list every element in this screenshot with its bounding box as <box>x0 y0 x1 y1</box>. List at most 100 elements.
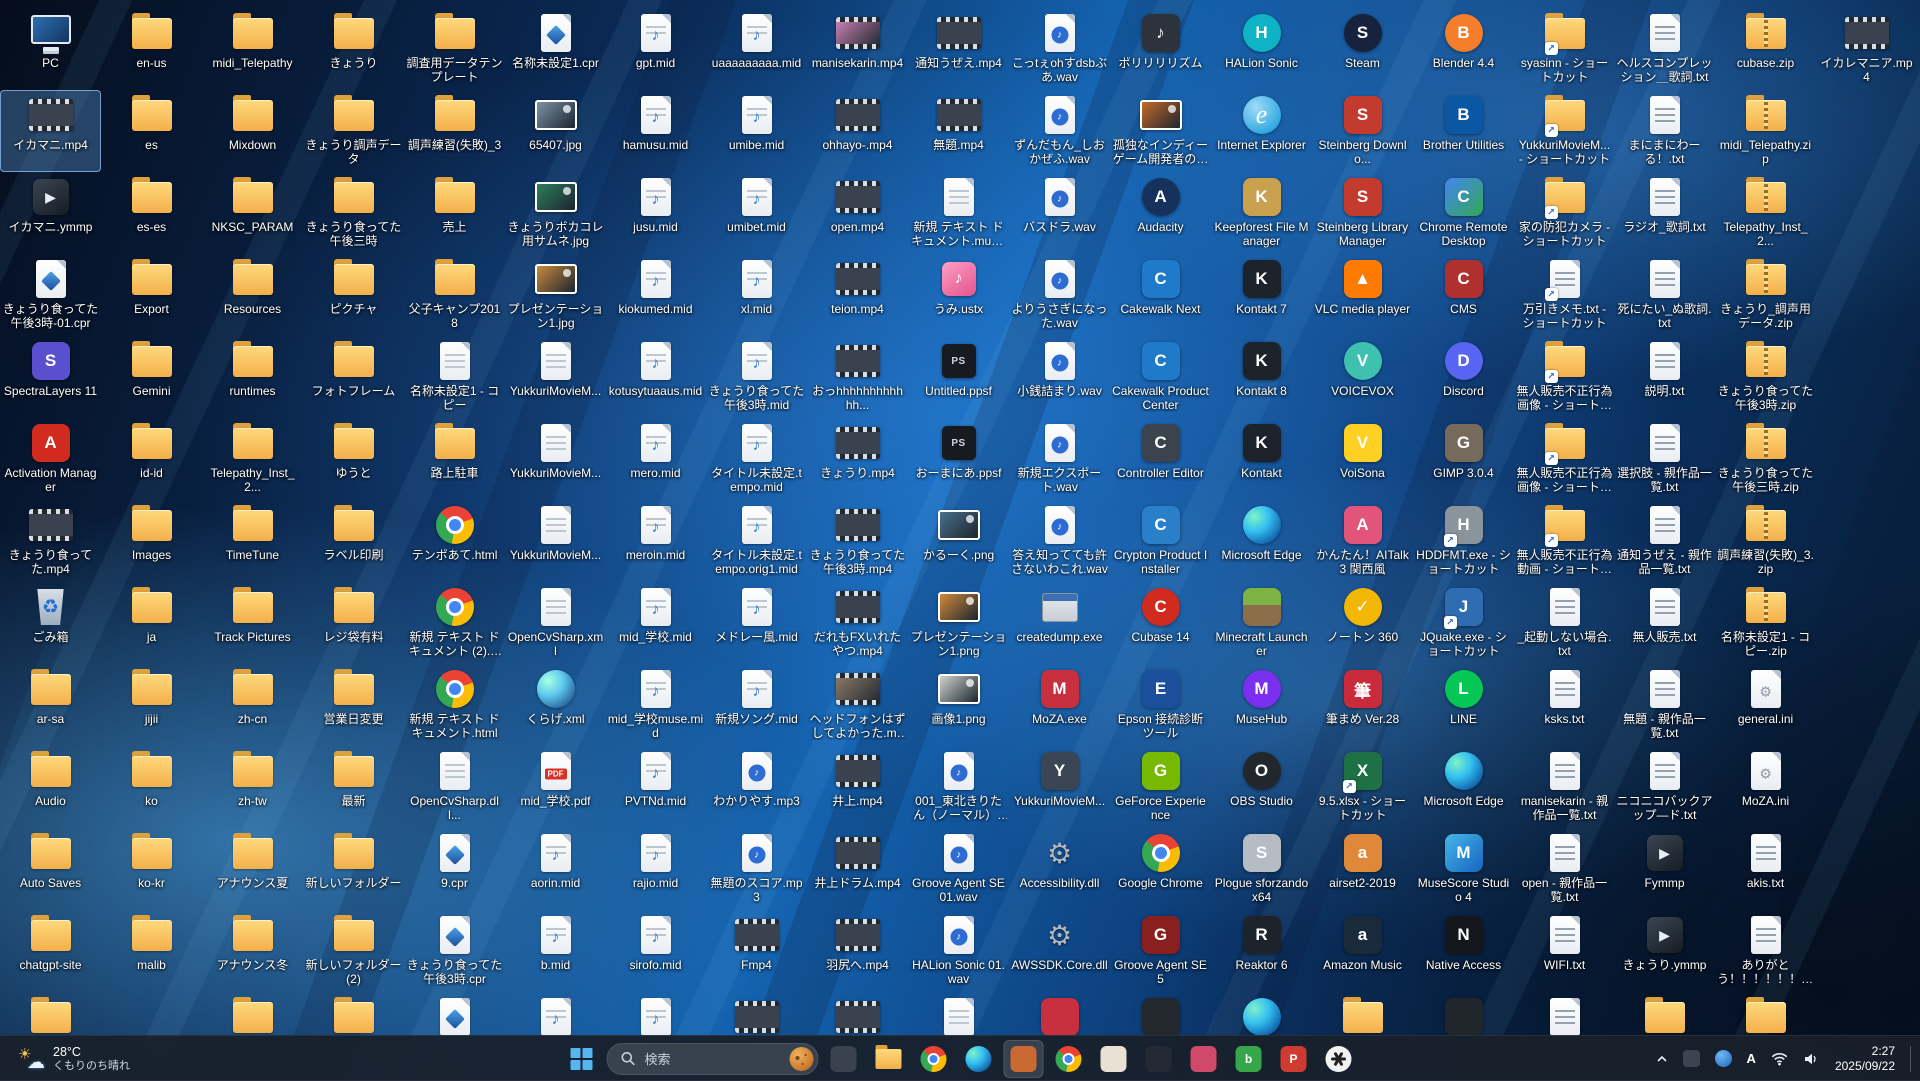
desktop-icon[interactable]: SPlogue sforzando x64 <box>1211 828 1312 910</box>
desktop-icon[interactable]: MMuseHub <box>1211 664 1312 746</box>
desktop-icon[interactable]: id-id <box>101 418 202 500</box>
taskbar-file-explorer[interactable] <box>869 1040 909 1078</box>
desktop-icon[interactable]: かるーく.png <box>908 500 1009 582</box>
desktop-icon[interactable]: ksks.txt <box>1514 664 1615 746</box>
desktop-icon[interactable]: Images <box>101 500 202 582</box>
desktop-icon[interactable]: KKontakt <box>1211 418 1312 500</box>
desktop-icon[interactable]: RReaktor 6 <box>1211 910 1312 992</box>
desktop-icon[interactable]: cubase.zip <box>1715 8 1816 90</box>
desktop-icon[interactable]: ♪HALion Sonic 01.wav <box>908 910 1009 992</box>
desktop-icon[interactable]: H↗HDDFMT.exe - ショートカット <box>1413 500 1514 582</box>
desktop-icon[interactable]: SSpectraLayers 11 <box>0 336 101 418</box>
tray-app-icon-1[interactable] <box>1680 1042 1703 1076</box>
desktop-icon[interactable]: ピクチャ <box>303 254 404 336</box>
desktop-icon[interactable]: 名称未設定1.cpr <box>505 8 606 90</box>
desktop-icon[interactable]: YukkuriMovieM... <box>505 336 606 418</box>
desktop-icon[interactable]: プレゼンテーション1.jpg <box>505 254 606 336</box>
desktop-icon[interactable]: 新しいフォルダー <box>303 828 404 910</box>
taskbar-active-app[interactable] <box>1004 1040 1044 1078</box>
desktop-icon[interactable]: ♪hamusu.mid <box>605 90 706 172</box>
desktop-icon[interactable]: YukkuriMovieM... <box>505 418 606 500</box>
desktop-icon[interactable]: CCakewalk Next <box>1110 254 1211 336</box>
desktop-icon[interactable]: ♪無題のスコア.mp3 <box>706 828 807 910</box>
desktop-icon[interactable]: NKSC_PARAM <box>202 172 303 254</box>
desktop-icon[interactable]: aairset2-2019 <box>1312 828 1413 910</box>
desktop-icon[interactable]: SSteam <box>1312 8 1413 90</box>
desktop-icon[interactable]: MMuseScore Studio 4 <box>1413 828 1514 910</box>
taskbar-app-colorful[interactable] <box>1049 1040 1089 1078</box>
ime-mode-indicator[interactable]: A <box>1744 1042 1759 1076</box>
start-button[interactable] <box>562 1040 602 1078</box>
desktop-icon[interactable]: ♪ポリリリリズム <box>1110 8 1211 90</box>
desktop-icon[interactable]: ♪小銭詰まり.wav <box>1009 336 1110 418</box>
desktop-icon[interactable]: 筆筆まめ Ver.28 <box>1312 664 1413 746</box>
desktop-icon[interactable]: イカマニ.mp4 <box>0 90 101 172</box>
desktop-icon[interactable]: CChrome Remote Desktop <box>1413 172 1514 254</box>
desktop-icon[interactable]: きょうり食ってた.mp4 <box>0 500 101 582</box>
desktop-icon[interactable]: ⚙AWSSDK.Core.dll <box>1009 910 1110 992</box>
desktop-icon[interactable]: ▶イカマニ.ymmp <box>0 172 101 254</box>
desktop-icon[interactable]: Telepathy_Inst_2... <box>1715 172 1816 254</box>
desktop-icon[interactable]: ♪うみ.ustx <box>908 254 1009 336</box>
desktop-icon[interactable]: 井上ドラム.mp4 <box>807 828 908 910</box>
desktop-icon[interactable]: YYukkuriMovieM... <box>1009 746 1110 828</box>
desktop-icon[interactable]: HHALion Sonic <box>1211 8 1312 90</box>
desktop-icon[interactable]: ⚙general.ini <box>1715 664 1816 746</box>
desktop-icon[interactable]: Auto Saves <box>0 828 101 910</box>
desktop-icon[interactable]: ♪001_東北きりたん（ノーマル）_今じゃ... <box>908 746 1009 828</box>
desktop-icon[interactable]: ♪meroin.mid <box>605 500 706 582</box>
desktop-icon[interactable]: midi_Telepathy.zip <box>1715 90 1816 172</box>
desktop-icon[interactable]: _起動しない場合.txt <box>1514 582 1615 664</box>
desktop-icon[interactable]: es <box>101 90 202 172</box>
desktop-icon[interactable]: 新規 テキスト ドキュメント (2).html <box>404 582 505 664</box>
desktop-icon[interactable]: イカレマニア.mp4 <box>1816 8 1917 90</box>
desktop-icon[interactable]: AActivation Manager <box>0 418 101 500</box>
desktop-icon[interactable]: PSおーまにあ.ppsf <box>908 418 1009 500</box>
desktop-icon[interactable]: Minecraft Launcher <box>1211 582 1312 664</box>
desktop-icon[interactable]: Resources <box>202 254 303 336</box>
taskbar-app-red[interactable]: P <box>1274 1040 1314 1078</box>
taskbar-app-pink[interactable] <box>1184 1040 1224 1078</box>
desktop-icon[interactable]: ♪新規エクスポート.wav <box>1009 418 1110 500</box>
desktop-icon[interactable]: 新規 テキスト ドキュメント.html <box>404 664 505 746</box>
desktop-icon[interactable]: 無題 - 親作品一覧.txt <box>1614 664 1715 746</box>
desktop-icon[interactable]: aAmazon Music <box>1312 910 1413 992</box>
desktop-icon[interactable]: ♪rajio.mid <box>605 828 706 910</box>
desktop-icon[interactable]: zh-cn <box>202 664 303 746</box>
desktop-icon[interactable]: KKontakt 8 <box>1211 336 1312 418</box>
desktop-icon[interactable]: ar-sa <box>0 664 101 746</box>
desktop-icon[interactable]: 営業日変更 <box>303 664 404 746</box>
desktop-icon[interactable]: きょうり.mp4 <box>807 418 908 500</box>
desktop-icon[interactable]: くらげ.xml <box>505 664 606 746</box>
desktop-icon[interactable]: レジ袋有料 <box>303 582 404 664</box>
desktop-icon[interactable]: Audio <box>0 746 101 828</box>
tray-chevron-up-icon[interactable] <box>1653 1042 1671 1076</box>
desktop-icon[interactable]: ラベル印刷 <box>303 500 404 582</box>
desktop-icon[interactable]: DDiscord <box>1413 336 1514 418</box>
tray-app-icon-2[interactable] <box>1712 1042 1735 1076</box>
desktop-icon[interactable]: 名称未設定1 - コピー <box>404 336 505 418</box>
desktop-icon[interactable]: ▶きょうり.ymmp <box>1614 910 1715 992</box>
desktop-icon[interactable]: 父子キャンプ2018 <box>404 254 505 336</box>
desktop-icon[interactable]: ♪わかりやす.mp3 <box>706 746 807 828</box>
desktop-icon[interactable]: BBrother Utilities <box>1413 90 1514 172</box>
desktop-icon[interactable]: 選択肢 - 親作品一覧.txt <box>1614 418 1715 500</box>
desktop-icon[interactable]: CController Editor <box>1110 418 1211 500</box>
desktop-icon[interactable]: ko <box>101 746 202 828</box>
desktop-icon[interactable]: 通知うぜえ.mp4 <box>908 8 1009 90</box>
desktop-icon[interactable]: きょうり食ってた午後三時.zip <box>1715 418 1816 500</box>
desktop-icon[interactable]: 名称未設定1 - コピー.zip <box>1715 582 1816 664</box>
desktop-icon[interactable]: ♪gpt.mid <box>605 8 706 90</box>
desktop-icon[interactable]: きょうり_調声用データ.zip <box>1715 254 1816 336</box>
desktop-icon[interactable]: ♪答え知ってても許さないわこれ.wav <box>1009 500 1110 582</box>
desktop-icon[interactable]: Microsoft Edge <box>1211 500 1312 582</box>
desktop-icon[interactable]: createdump.exe <box>1009 582 1110 664</box>
desktop-icon[interactable]: 羽尻へ.mp4 <box>807 910 908 992</box>
desktop-icon[interactable]: CCakewalk Product Center <box>1110 336 1211 418</box>
desktop-icon[interactable]: CCMS <box>1413 254 1514 336</box>
desktop-icon[interactable]: ♪こっtぇohすdsbぶあ.wav <box>1009 8 1110 90</box>
desktop-icon[interactable]: きょうり食ってた午後3時.zip <box>1715 336 1816 418</box>
desktop-icon[interactable]: EEpson 接続診断ツール <box>1110 664 1211 746</box>
desktop-icon[interactable]: きょうり調声データ <box>303 90 404 172</box>
desktop-icon[interactable]: ♪umibe.mid <box>706 90 807 172</box>
